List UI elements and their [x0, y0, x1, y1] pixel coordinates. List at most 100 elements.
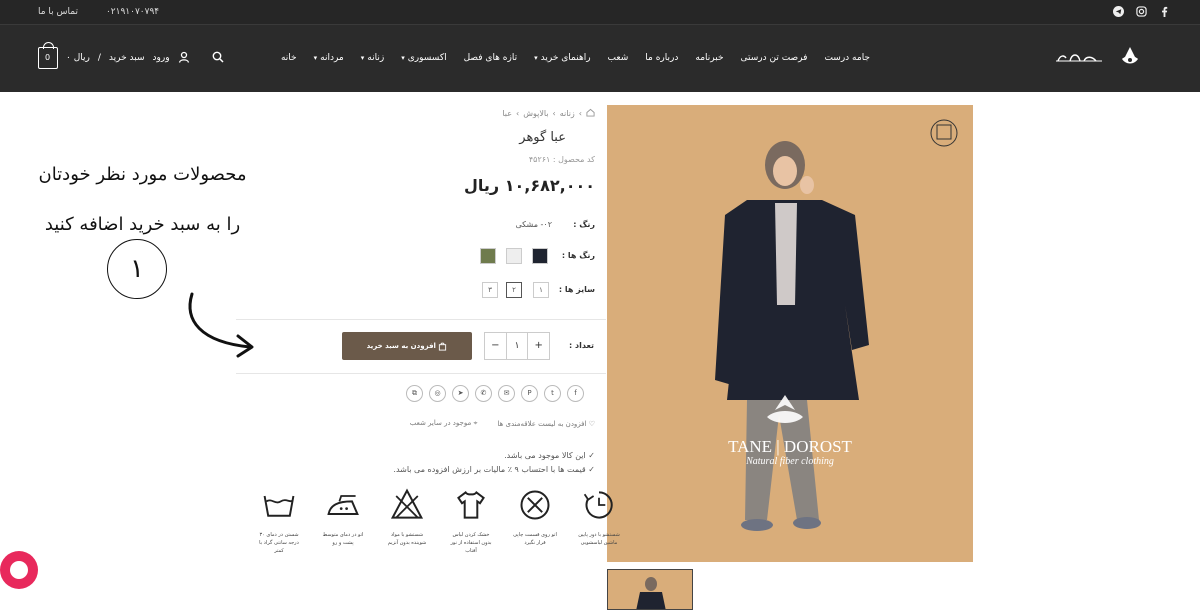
breadcrumb-separator: › — [515, 109, 520, 118]
top-bar: تماس با ما ۰۲۱۹۱۰۷۰۷۹۴ — [0, 0, 1200, 25]
nav-item-accessories[interactable]: اکسسوری▾ — [401, 53, 446, 63]
product-thumbnail[interactable] — [607, 569, 693, 610]
arrow-icon — [188, 292, 254, 358]
main-header: خانه مردانه▾ زنانه▾ اکسسوری▾ تازه های فص… — [0, 25, 1200, 92]
pinterest-icon[interactable]: P — [521, 385, 538, 402]
main-nav: خانه مردانه▾ زنانه▾ اکسسوری▾ تازه های فص… — [281, 53, 870, 63]
annotation-line: محصولات مورد نظر خودتان — [38, 164, 247, 185]
divider — [236, 319, 606, 320]
check-icon: ✓ — [585, 451, 595, 460]
breadcrumb-separator: › — [578, 109, 582, 118]
tax-note: ✓ قیمت ها با احتساب ۹ ٪ مالیات بر ارزش ا… — [393, 463, 595, 477]
heart-icon: ♡ — [588, 419, 595, 428]
facebook-icon[interactable]: f — [567, 385, 584, 402]
step-number: ۱ — [107, 239, 167, 299]
care-item: اتو روی قسمت چاپی قرار نگیرد — [511, 487, 559, 555]
color-swatch-black[interactable] — [532, 248, 548, 264]
divider: / — [97, 53, 101, 63]
quantity-input[interactable]: ۱ — [505, 333, 529, 359]
site-logo[interactable] — [1052, 43, 1147, 75]
facebook-icon[interactable] — [1158, 6, 1171, 19]
color-label: رنگ : — [573, 220, 595, 229]
size-option[interactable]: ۱ — [533, 282, 549, 298]
breadcrumb-separator: › — [552, 109, 556, 118]
chat-widget-icon[interactable] — [0, 551, 38, 589]
cart-icon[interactable]: 0 — [38, 42, 58, 69]
care-instructions: شستن در دمای ۳۰ درجه سانتی گراد با کمتر … — [255, 487, 623, 555]
breadcrumb-item[interactable]: عبا — [502, 109, 512, 118]
color-swatch-white[interactable] — [506, 248, 522, 264]
decrement-button[interactable]: − — [485, 333, 506, 359]
home-icon[interactable] — [586, 108, 595, 119]
chevron-down-icon: ▾ — [534, 54, 538, 62]
nav-item-newsletter[interactable]: خبرنامه — [695, 53, 723, 63]
instagram-icon[interactable]: ◎ — [429, 385, 446, 402]
cart-link[interactable]: سبد خرید — [109, 53, 145, 63]
product-main-image[interactable]: TANE | DOROST Natural fiber clothing — [607, 105, 973, 562]
stores-link[interactable]: ⌖ موجود در سایر شعب — [410, 419, 478, 428]
whatsapp-icon[interactable]: ✆ — [475, 385, 492, 402]
user-icon[interactable] — [178, 51, 190, 66]
copy-link-icon[interactable]: ⧉ — [406, 385, 423, 402]
instagram-icon[interactable] — [1135, 6, 1148, 19]
login-link[interactable]: ورود — [153, 53, 170, 63]
product-title: عبا گوهر — [519, 130, 566, 145]
nav-item-label: مردانه — [320, 53, 344, 63]
care-label: شستن در دمای ۳۰ درجه سانتی گراد با کمتر — [259, 532, 299, 554]
cart-total[interactable]: ۰ ریال — [66, 53, 90, 63]
nav-item-new-season[interactable]: تازه های فصل — [464, 53, 518, 63]
bag-icon — [436, 342, 447, 351]
wishlist-link[interactable]: ♡ افزودن به لیست علاقه‌مندی ها — [497, 420, 595, 428]
care-label: شستشو با مواد شوینده بدون آنزیم — [387, 532, 427, 546]
breadcrumb-item[interactable]: بالاپوش — [523, 109, 548, 118]
contact-link[interactable]: تماس با ما — [38, 7, 78, 17]
nav-item-branches[interactable]: شعب — [608, 53, 629, 63]
watermark-text: TANE | DOROST — [728, 437, 852, 456]
nav-item-home[interactable]: خانه — [281, 53, 297, 63]
watermark-subtext: Natural fiber clothing — [745, 456, 834, 467]
add-to-cart-label: افزودن به سبد خرید — [366, 342, 436, 350]
iron-medium-icon — [327, 495, 359, 515]
top-contact: تماس با ما ۰۲۱۹۱۰۷۰۷۹۴ — [38, 7, 159, 17]
phone-number[interactable]: ۰۲۱۹۱۰۷۰۷۹۴ — [106, 7, 159, 17]
quantity-stepper: − ۱ + — [484, 332, 550, 360]
nav-item-label: اکسسوری — [407, 53, 447, 63]
no-iron-print-icon — [520, 490, 550, 520]
telegram-icon[interactable] — [1112, 6, 1125, 19]
care-item: شستشو با مواد شوینده بدون آنزیم — [383, 487, 431, 555]
nav-item-about[interactable]: درباره ما — [645, 53, 678, 63]
nav-item-men[interactable]: مردانه▾ — [314, 53, 344, 63]
nav-item-women[interactable]: زنانه▾ — [361, 53, 384, 63]
email-icon[interactable]: ✉ — [498, 385, 515, 402]
product-notes: ✓ این کالا موجود می باشد. ✓ قیمت ها با ا… — [393, 449, 595, 477]
shirt-icon — [457, 490, 485, 519]
breadcrumb-item[interactable]: زنانه — [560, 109, 575, 118]
gentle-cycle-icon — [583, 491, 613, 519]
size-option[interactable]: ۲ — [506, 282, 522, 298]
nav-item-guide[interactable]: راهنمای خرید▾ — [534, 53, 590, 63]
chevron-down-icon: ▾ — [360, 54, 365, 62]
telegram-icon[interactable]: ➤ — [452, 385, 469, 402]
nav-item-jameh[interactable]: جامه درست — [824, 53, 870, 63]
twitter-icon[interactable]: t — [544, 385, 561, 402]
breadcrumb: › زنانه › بالاپوش › عبا — [502, 108, 595, 119]
size-option[interactable]: ۳ — [482, 282, 498, 298]
note-text: قیمت ها با احتساب ۹ ٪ مالیات بر ارزش افز… — [393, 465, 586, 474]
nav-item-opportunity[interactable]: فرصت تن درستی — [741, 53, 808, 63]
stock-note: ✓ این کالا موجود می باشد. — [393, 449, 595, 463]
chevron-down-icon: ▾ — [313, 54, 318, 62]
wishlist-label: افزودن به لیست علاقه‌مندی ها — [497, 419, 587, 428]
increment-button[interactable]: + — [528, 333, 549, 359]
cart-count: 0 — [45, 53, 51, 62]
nav-item-label: راهنمای خرید — [540, 53, 591, 63]
note-text: این کالا موجود می باشد. — [504, 451, 586, 460]
search-icon[interactable] — [212, 51, 224, 66]
product-code: کد محصول : ۴۵۲۶۱ — [528, 155, 595, 164]
divider — [236, 373, 606, 374]
care-label: خشک کردن لباس بدون استفاده از نور آفتاب — [450, 532, 492, 554]
tutorial-annotation: محصولات مورد نظر خودتان را به سبد خرید ا… — [20, 150, 265, 250]
add-to-cart-button[interactable]: افزودن به سبد خرید — [342, 332, 472, 360]
color-swatch-olive[interactable] — [480, 248, 496, 264]
quantity-label: تعداد : — [569, 341, 594, 350]
nav-item-label: زنانه — [367, 53, 385, 63]
